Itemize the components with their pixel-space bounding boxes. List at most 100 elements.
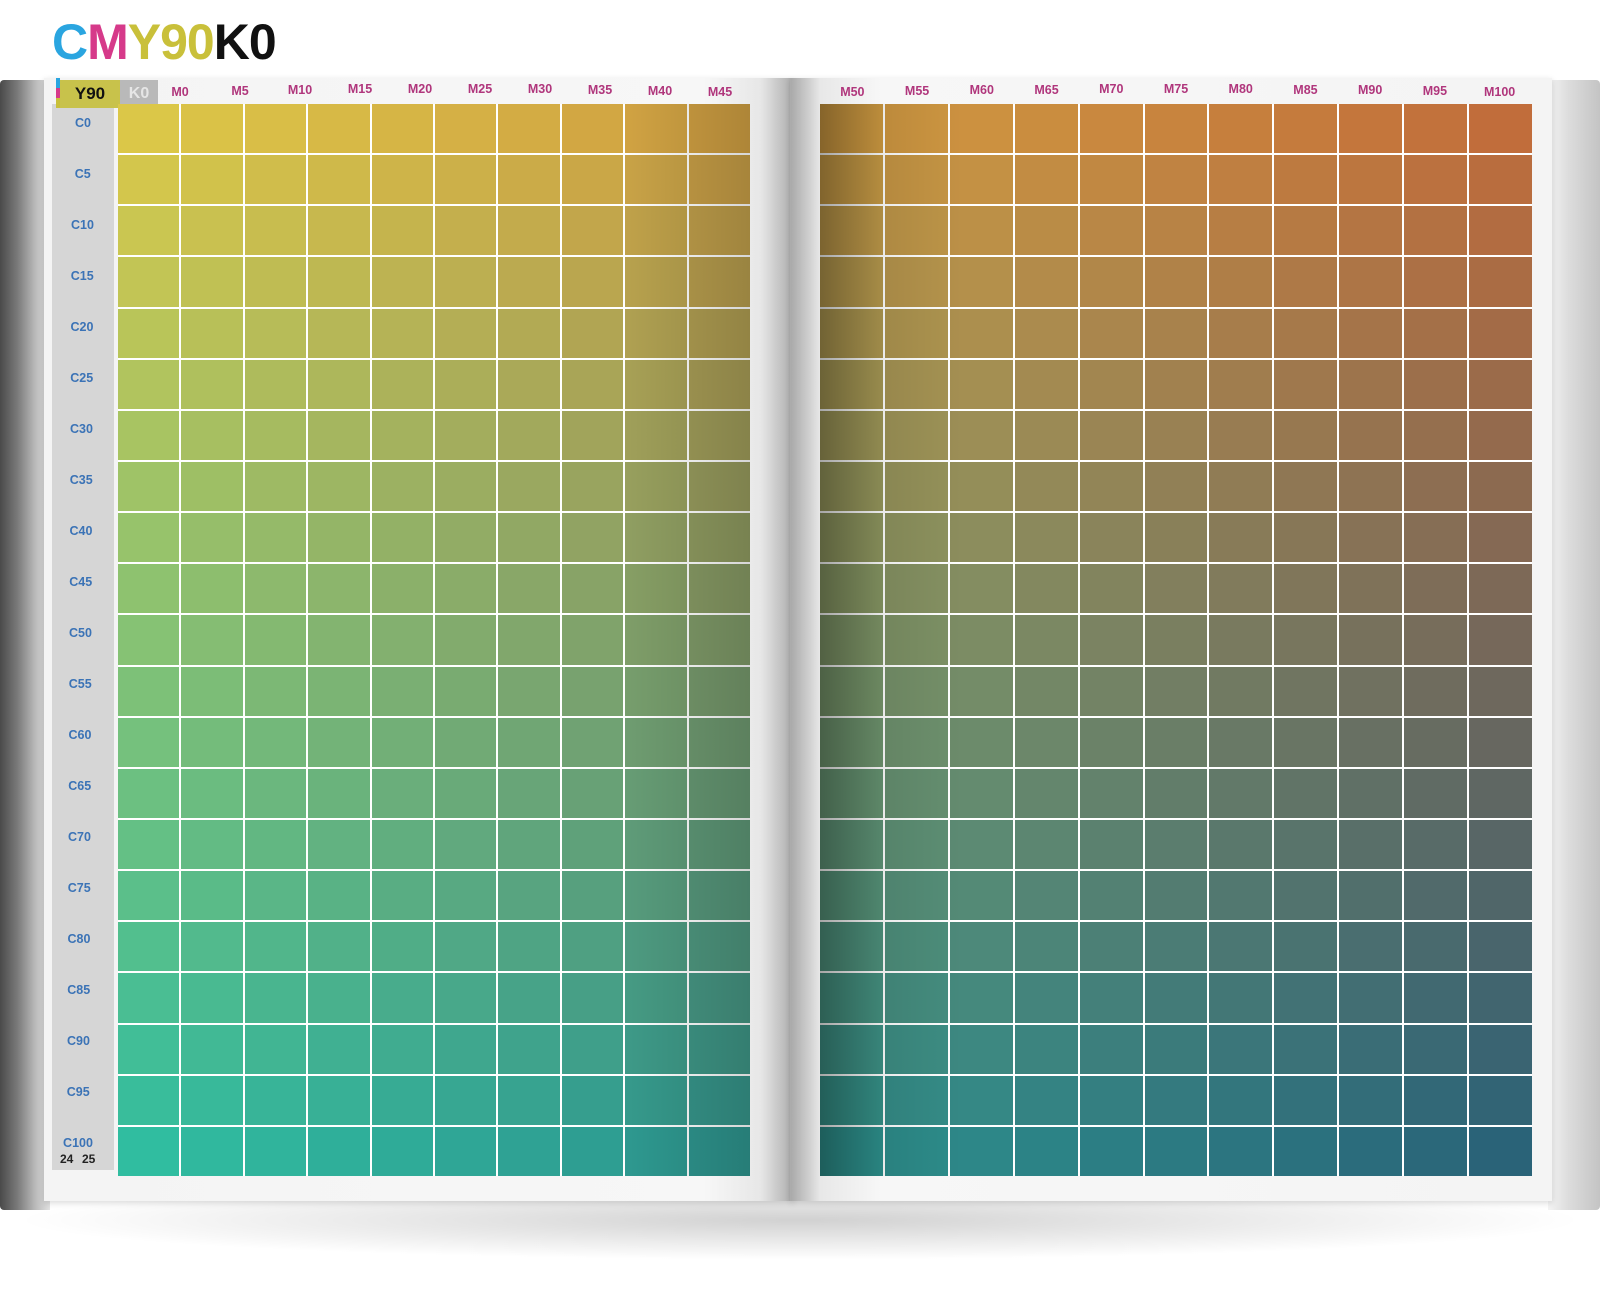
- color-swatch: [1469, 1126, 1532, 1176]
- color-swatch: [498, 1126, 560, 1176]
- color-swatch: [244, 819, 307, 870]
- color-swatch: [949, 768, 1013, 818]
- color-swatch: [688, 871, 750, 921]
- color-swatch: [625, 359, 687, 409]
- color-swatch: [498, 819, 560, 870]
- color-swatch: [308, 564, 370, 614]
- magenta-column-label: M45: [707, 85, 733, 100]
- color-swatch: [1404, 717, 1468, 767]
- cyan-row-label: C70: [68, 830, 91, 845]
- color-swatch: [949, 308, 1013, 358]
- color-swatch: [1209, 104, 1273, 154]
- color-swatch: [1274, 819, 1338, 870]
- color-swatch: [435, 564, 497, 614]
- color-swatch: [625, 615, 687, 665]
- color-swatch: [371, 410, 433, 460]
- color-swatch: [561, 1075, 624, 1125]
- color-swatch: [1404, 410, 1468, 460]
- cyan-row-label: C75: [67, 881, 91, 896]
- book-edge-left: [0, 80, 50, 1210]
- magenta-column-label: M85: [1293, 82, 1318, 97]
- color-swatch: [820, 768, 883, 818]
- color-swatch: [181, 666, 243, 716]
- color-swatch: [308, 973, 370, 1023]
- color-swatch: [1274, 1024, 1338, 1074]
- magenta-column-label: M80: [1228, 82, 1253, 97]
- color-swatch: [181, 819, 243, 870]
- color-swatch: [1014, 257, 1078, 307]
- color-swatch: [498, 461, 560, 512]
- color-swatch: [244, 564, 307, 614]
- color-swatch: [1209, 155, 1273, 205]
- title-part: M: [87, 14, 129, 70]
- magenta-column-label: M40: [647, 84, 673, 99]
- color-swatch: [244, 871, 307, 921]
- color-swatch: [371, 257, 433, 307]
- color-swatch: [1079, 104, 1143, 154]
- color-swatch: [1274, 564, 1338, 614]
- title-part: C: [52, 14, 88, 70]
- color-swatch: [820, 308, 883, 358]
- color-swatch: [1469, 513, 1532, 563]
- color-swatch: [625, 461, 687, 512]
- page-number-right: 25: [82, 1152, 96, 1166]
- chart-title: CMY90K0: [52, 12, 277, 72]
- color-swatch: [1079, 666, 1143, 716]
- color-swatch: [1209, 206, 1273, 256]
- color-swatch: [1014, 922, 1078, 972]
- color-swatch: [244, 1024, 307, 1074]
- color-swatch: [498, 871, 560, 921]
- color-swatch: [1339, 513, 1403, 563]
- color-swatch: [1014, 564, 1078, 614]
- magenta-column-label: M35: [587, 83, 613, 98]
- color-swatch: [371, 206, 433, 256]
- color-swatch: [688, 1075, 750, 1125]
- color-swatch: [1469, 973, 1532, 1023]
- color-swatch: [884, 871, 948, 921]
- color-swatch: [1209, 819, 1273, 870]
- color-swatch: [435, 359, 497, 409]
- color-swatch: [118, 104, 180, 154]
- color-swatch: [884, 104, 948, 154]
- color-swatch: [625, 513, 687, 563]
- color-swatch: [1209, 359, 1273, 409]
- color-swatch: [1209, 308, 1273, 358]
- color-swatch: [625, 206, 687, 256]
- color-swatch: [308, 666, 370, 716]
- magenta-column-label: M75: [1163, 82, 1189, 96]
- magenta-column-label: M20: [407, 82, 433, 97]
- color-swatch: [244, 461, 307, 512]
- color-swatch: [949, 871, 1013, 921]
- color-swatch: [884, 1075, 948, 1125]
- color-swatch: [949, 1024, 1013, 1074]
- color-swatch: [371, 922, 433, 972]
- color-swatch: [435, 666, 497, 716]
- color-swatch: [1144, 819, 1208, 870]
- color-swatch: [435, 768, 497, 818]
- color-swatch: [884, 359, 948, 409]
- color-swatch: [884, 206, 948, 256]
- color-swatch: [1469, 819, 1532, 870]
- color-swatch: [118, 1024, 180, 1074]
- color-swatch: [371, 666, 433, 716]
- color-swatch: [181, 513, 243, 563]
- color-swatch: [435, 819, 497, 870]
- color-swatch: [498, 973, 560, 1023]
- color-swatch: [1209, 257, 1273, 307]
- color-swatch: [1404, 257, 1468, 307]
- color-swatch: [1274, 513, 1338, 563]
- color-swatch: [1469, 104, 1532, 154]
- color-swatch: [884, 973, 948, 1023]
- color-swatch: [688, 461, 750, 512]
- color-swatch: [1014, 513, 1078, 563]
- color-swatch: [181, 871, 243, 921]
- title-part: Y90: [127, 14, 215, 70]
- color-swatch: [688, 564, 750, 614]
- color-swatch: [371, 871, 433, 921]
- color-swatch: [118, 819, 180, 870]
- color-swatch: [1209, 973, 1273, 1023]
- color-swatch: [1469, 461, 1532, 512]
- color-swatch: [1079, 1075, 1143, 1125]
- color-swatch: [371, 359, 433, 409]
- color-swatch: [1144, 564, 1208, 614]
